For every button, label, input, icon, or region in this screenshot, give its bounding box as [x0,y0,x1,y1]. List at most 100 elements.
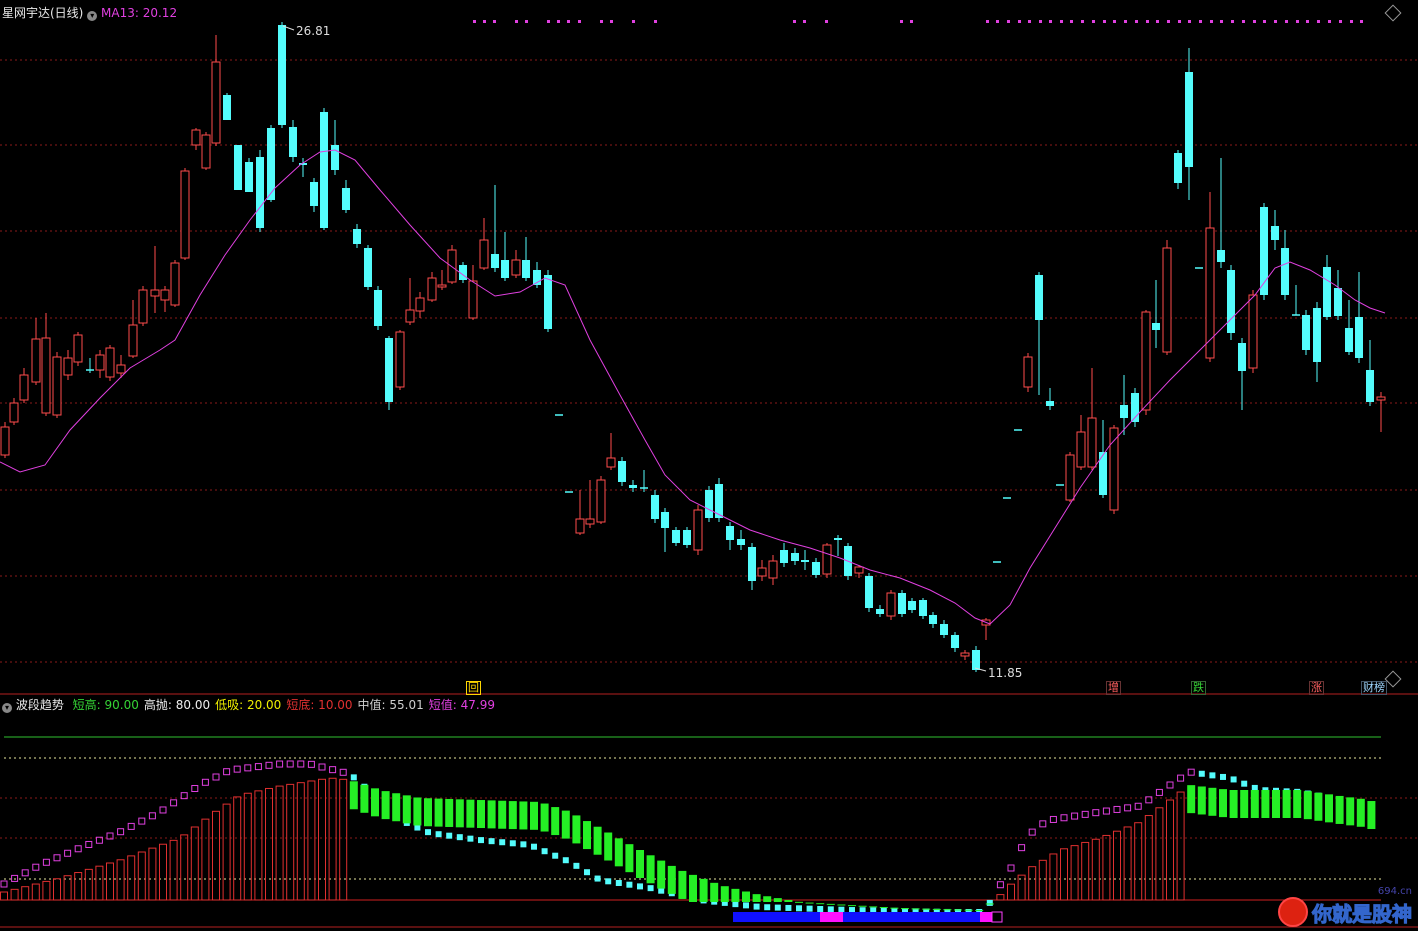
candle-body-down [705,490,713,518]
short-value-mark [615,880,622,887]
bottom-band [980,912,992,922]
mid-value-bar [339,778,348,901]
signal-dot [900,20,903,23]
signal-dot [567,20,570,23]
mid-value-bar [392,793,401,822]
short-value-mark [488,838,495,845]
short-value-mark [85,840,93,848]
candle-body-up [191,129,201,146]
signal-dot [1103,20,1106,23]
signal-dot [825,20,828,23]
price-chart[interactable] [0,0,1418,931]
event-marker-zeng[interactable]: 增 [1106,681,1121,695]
candle-body-down [1227,270,1235,333]
collapse-icon[interactable]: ▾ [87,11,98,21]
event-marker-hui[interactable]: 回 [466,681,481,695]
high-price-label: 26.81 [296,24,330,38]
mid-value-bar [625,844,634,873]
signal-dot [996,20,999,23]
signal-dot [1049,20,1052,23]
indicator-collapse-icon[interactable]: ▾ [2,703,12,713]
short-value-mark [764,904,771,911]
short-value-mark [806,905,813,912]
short-value-mark [74,845,82,853]
mid-value-bar [1060,848,1068,901]
mid-value-bar [646,855,655,884]
mid-value-bar [943,909,952,911]
short-value-mark [339,768,347,776]
mid-value-bar [498,800,507,829]
mid-value-bar [360,784,369,813]
short-value-mark [1092,809,1100,817]
signal-dot [493,20,496,23]
signal-dot [473,20,476,23]
candle-body-up [405,309,415,323]
mid-value-bar [127,855,136,901]
signal-dot [1220,20,1223,23]
mid-value-bar [1250,790,1259,818]
candle-body-down [1345,328,1353,352]
mid-value-bar [233,796,242,901]
short-value-mark [265,761,273,769]
mid-value-bar [710,882,719,902]
short-value-mark [637,883,643,890]
candle-body-up [886,592,896,617]
candle-body-up [468,280,478,319]
mid-value-bar [636,850,644,878]
mid-value-bar [1176,791,1185,901]
short-value-mark [996,881,1004,889]
indicator-param-0: 短高: 90.00 [72,698,139,712]
bottom-band [991,911,1003,923]
mid-value-bar [1081,841,1090,901]
mid-value-bar [519,801,528,830]
event-marker-die[interactable]: 跌 [1191,681,1206,695]
short-value-mark [425,829,431,836]
bottom-band [733,912,820,922]
mid-value-bar [964,909,973,911]
short-value-mark [1028,828,1036,836]
mid-value-bar [1155,807,1164,901]
short-value-mark [223,768,231,776]
candle-body-down [726,526,734,540]
event-marker-zhang[interactable]: 涨 [1309,681,1324,695]
mid-value-bar [667,865,676,894]
candle-body-down [737,539,745,545]
candle-body-down [289,127,297,157]
mid-value-bar [858,905,867,907]
mid-value-bar [455,799,464,828]
candle-body-down [278,25,286,125]
candle-body-down [919,600,927,616]
signal-dot [1018,20,1021,23]
indicator-params: 短高: 90.00 高抛: 80.00 低吸: 20.00 短底: 10.00 中值: … [68,698,495,712]
signal-dot [632,20,635,23]
mid-value-bar [1335,795,1344,824]
mid-value-bar [137,851,146,901]
short-value-mark [541,848,548,855]
short-value-mark [297,760,305,768]
mid-value-bar [1240,790,1249,818]
mid-value-bar [180,834,189,901]
event-marker-caibang[interactable]: 财榜 [1361,681,1387,695]
mid-value-bar [318,778,326,901]
short-value-mark [244,764,252,772]
short-value-mark [212,773,220,781]
candle-body-down [1035,275,1043,320]
mid-value-bar [169,839,178,901]
candle-body-down [865,576,873,608]
candle-body-down [374,290,382,326]
signal-dot [1070,20,1073,23]
short-value-mark [1230,776,1237,783]
signal-dot [1135,20,1138,23]
candle-body-up [52,356,62,416]
candle-body-down [1152,323,1160,330]
candle-body-up [575,518,585,534]
mid-value-bar [466,799,475,828]
mid-value-bar [84,868,93,901]
mid-value-bar [1049,853,1058,901]
short-value-mark [986,899,993,906]
mid-value-bar [540,803,549,832]
signal-dot [910,20,913,23]
signal-dot [1092,20,1095,23]
short-value-mark [201,778,209,786]
mid-value-bar [1102,834,1111,901]
